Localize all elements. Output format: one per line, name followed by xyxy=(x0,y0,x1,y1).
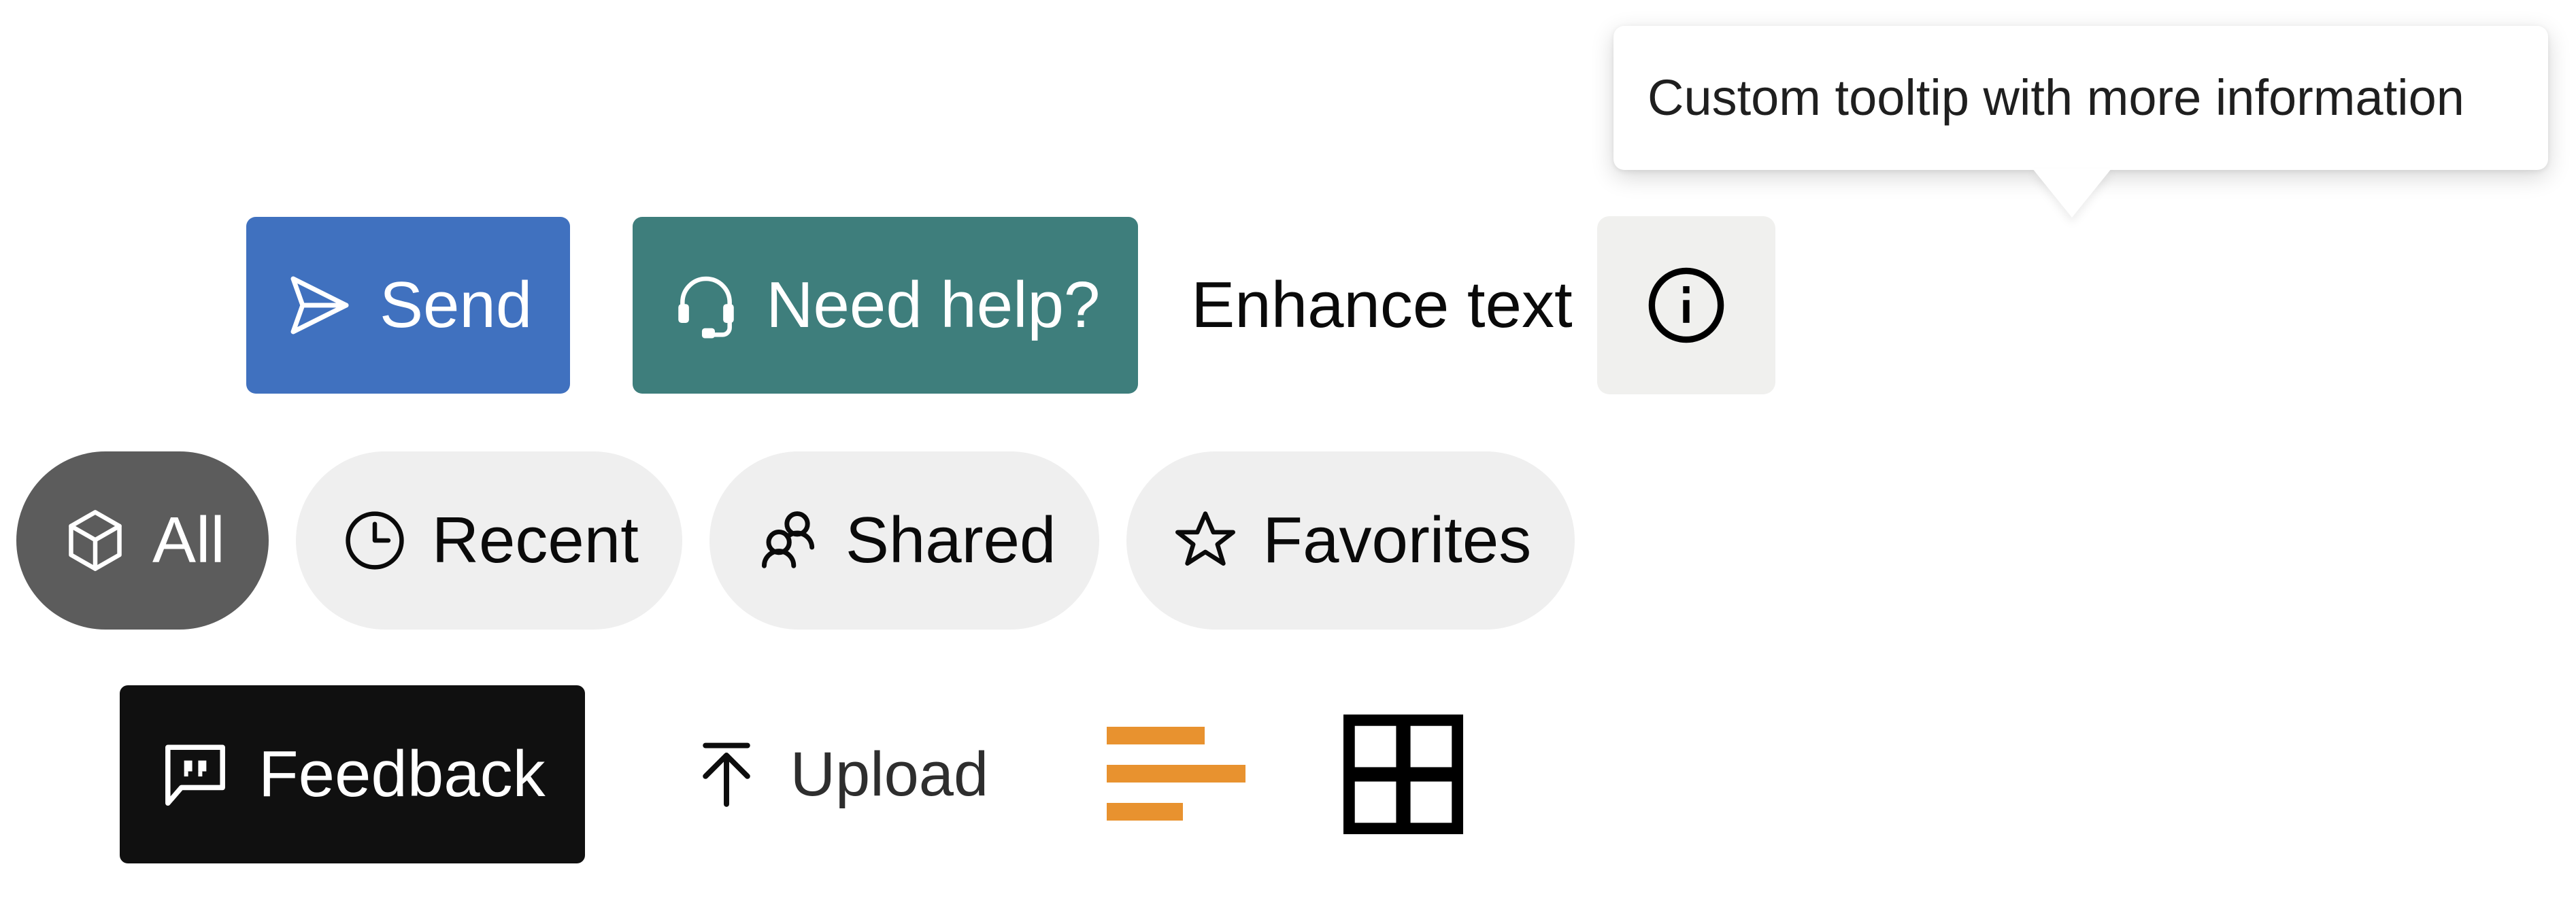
action-button-row: Send Need help? Enhance text xyxy=(246,216,1775,394)
list-view-button[interactable] xyxy=(1104,685,1267,863)
filter-pill-shared[interactable]: Shared xyxy=(709,451,1100,630)
users-icon xyxy=(753,505,824,576)
enhance-text-label: Enhance text xyxy=(1191,269,1573,341)
need-help-button-label: Need help? xyxy=(766,269,1101,341)
filter-pill-all[interactable]: All xyxy=(16,451,269,630)
speech-bubble-quote-icon xyxy=(159,738,231,810)
need-help-button[interactable]: Need help? xyxy=(633,217,1139,394)
list-lines-icon xyxy=(1104,720,1267,829)
feedback-button[interactable]: Feedback xyxy=(120,685,585,863)
feedback-button-label: Feedback xyxy=(258,738,546,810)
upload-arrow-icon xyxy=(688,736,765,812)
upload-button-label: Upload xyxy=(790,739,989,809)
grid-2x2-icon xyxy=(1343,715,1464,834)
filter-pill-all-label: All xyxy=(152,504,225,577)
send-button-label: Send xyxy=(380,269,533,341)
send-button[interactable]: Send xyxy=(246,217,571,394)
tooltip-text: Custom tooltip with more information xyxy=(1647,69,2464,126)
tooltip-arrow xyxy=(2033,169,2111,218)
star-icon xyxy=(1170,505,1241,576)
filter-pill-recent-label: Recent xyxy=(431,504,639,577)
filter-pill-shared-label: Shared xyxy=(845,504,1056,577)
filter-pill-recent[interactable]: Recent xyxy=(295,451,682,630)
send-icon xyxy=(284,270,355,341)
filter-pill-favorites-label: Favorites xyxy=(1262,504,1532,577)
info-button[interactable] xyxy=(1596,216,1775,394)
info-circle-icon xyxy=(1641,260,1731,350)
headset-icon xyxy=(671,270,741,341)
tooltip: Custom tooltip with more information xyxy=(1613,26,2548,170)
utility-row: Feedback Upload xyxy=(120,685,1464,863)
filter-pill-row: All Recent Shared Favorites xyxy=(16,451,1575,630)
grid-view-button[interactable] xyxy=(1343,685,1464,863)
enhance-text-group: Enhance text xyxy=(1191,216,1775,394)
filter-pill-favorites[interactable]: Favorites xyxy=(1126,451,1575,630)
cube-icon xyxy=(60,505,131,576)
upload-button[interactable]: Upload xyxy=(675,685,1003,863)
clock-icon xyxy=(339,505,410,576)
